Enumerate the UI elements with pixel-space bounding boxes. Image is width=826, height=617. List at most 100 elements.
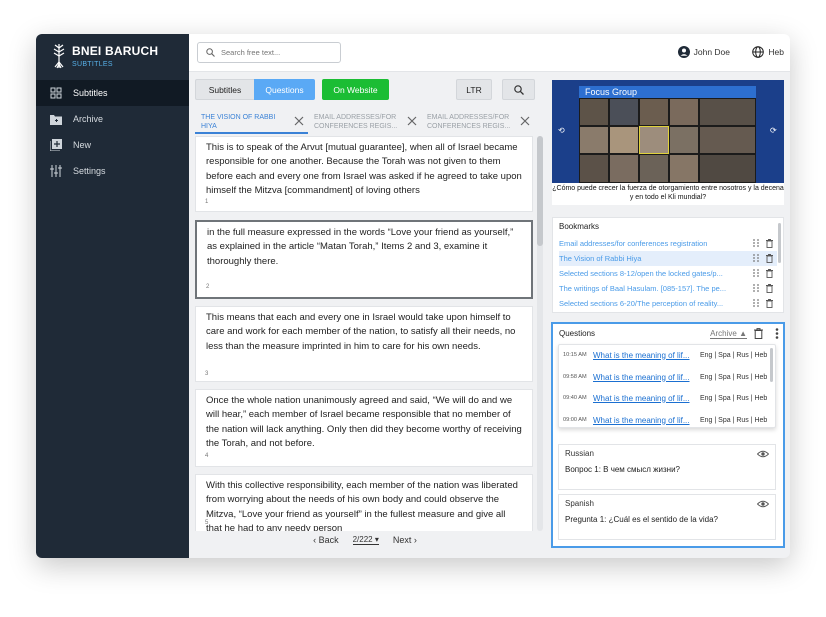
search-icon bbox=[513, 84, 524, 95]
more-vert-icon[interactable] bbox=[775, 328, 779, 339]
scrollbar-thumb[interactable] bbox=[537, 136, 543, 246]
video-title: Focus Group bbox=[579, 86, 756, 98]
text-direction-button[interactable]: LTR bbox=[456, 79, 492, 100]
user-menu[interactable]: John Doe bbox=[677, 46, 730, 58]
subtitle-card[interactable]: With this collective responsibility, eac… bbox=[195, 474, 533, 531]
participant-tile bbox=[699, 126, 756, 154]
folder-icon bbox=[50, 113, 62, 125]
subtitle-card[interactable]: Once the whole nation unanimously agreed… bbox=[195, 389, 533, 467]
question-languages: Eng | Spa | Rus | Heb bbox=[700, 351, 768, 359]
question-languages: Eng | Spa | Rus | Heb bbox=[700, 394, 768, 402]
subtitle-number: 5 bbox=[205, 520, 209, 526]
sidebar-item-new[interactable]: New bbox=[36, 132, 189, 158]
close-icon[interactable] bbox=[294, 116, 304, 126]
tab-vision-of-rabbi-hiya[interactable]: THE VISION OF RABBI HIYA bbox=[195, 110, 308, 134]
sidebar: BNEI BARUCH SUBTITLES Subtitles Archive … bbox=[36, 34, 189, 558]
drag-handle-icon[interactable] bbox=[753, 299, 759, 307]
drag-handle-icon[interactable] bbox=[753, 284, 759, 292]
trash-icon[interactable] bbox=[766, 269, 773, 278]
question-time: 09:40 AM bbox=[563, 395, 587, 401]
bookmark-item[interactable]: Selected sections 8-12/open the locked g… bbox=[559, 266, 777, 281]
bookmark-item-active[interactable]: The Vision of Rabbi Hiya bbox=[559, 251, 777, 266]
eye-icon[interactable] bbox=[757, 500, 769, 508]
sidebar-item-archive[interactable]: Archive bbox=[36, 106, 189, 132]
bookmark-item[interactable]: The writings of Baal Hasulam. [085-157].… bbox=[559, 281, 777, 296]
tab-email-addresses-2[interactable]: EMAIL ADDRESSES/FOR CONFERENCES REGIS... bbox=[421, 110, 534, 134]
brand-title: BNEI BARUCH bbox=[72, 43, 159, 58]
bookmarks-scrollbar[interactable] bbox=[778, 223, 781, 263]
question-link[interactable]: What is the meaning of lif... bbox=[593, 394, 697, 403]
participant-tile bbox=[579, 98, 609, 126]
search-box[interactable] bbox=[197, 42, 341, 63]
subtitle-card[interactable]: This means that each and every one in Is… bbox=[195, 306, 533, 382]
find-button[interactable] bbox=[502, 79, 535, 100]
question-link[interactable]: What is the meaning of lif... bbox=[593, 373, 697, 382]
sidebar-item-subtitles[interactable]: Subtitles bbox=[36, 80, 189, 106]
next-button[interactable]: Next › bbox=[393, 535, 417, 545]
close-icon[interactable] bbox=[520, 116, 530, 126]
bookmark-label: Selected sections 6-20/The perception of… bbox=[559, 299, 724, 308]
drag-handle-icon[interactable] bbox=[753, 269, 759, 277]
back-button[interactable]: ‹ Back bbox=[313, 535, 339, 545]
tab-label: EMAIL ADDRESSES/FOR CONFERENCES REGIS... bbox=[427, 114, 511, 130]
bookmark-item[interactable]: Email addresses/for conferences registra… bbox=[559, 236, 777, 251]
search-icon bbox=[206, 48, 215, 57]
sidebar-item-settings[interactable]: Settings bbox=[36, 158, 189, 184]
trash-icon[interactable] bbox=[766, 284, 773, 293]
on-website-button[interactable]: On Website bbox=[322, 79, 389, 100]
participant-tile bbox=[609, 154, 639, 183]
subtitle-card-selected[interactable]: in the full measure expressed in the wor… bbox=[195, 220, 533, 299]
trash-icon[interactable] bbox=[766, 299, 773, 308]
previous-video-icon[interactable]: ⟲ bbox=[558, 126, 568, 136]
sidebar-item-label: Settings bbox=[73, 166, 106, 176]
drag-handle-icon[interactable] bbox=[753, 239, 759, 247]
question-row[interactable]: 09:40 AM What is the meaning of lif... E… bbox=[563, 392, 767, 404]
question-row[interactable]: 09:00 AM What is the meaning of lif... E… bbox=[563, 414, 767, 426]
page-selector[interactable]: 2/222 ▾ bbox=[352, 535, 379, 545]
subtitle-text: With this collective responsibility, eac… bbox=[206, 480, 518, 531]
question-row[interactable]: 10:15 AM What is the meaning of lif... E… bbox=[563, 349, 767, 361]
translation-card-russian: Russian Вопрос 1: В чем смысл жизни? bbox=[558, 444, 776, 490]
trash-icon[interactable] bbox=[766, 254, 773, 263]
archive-toggle[interactable]: Archive ▲ bbox=[710, 329, 747, 339]
tab-email-addresses-1[interactable]: EMAIL ADDRESSES/FOR CONFERENCES REGIS... bbox=[308, 110, 421, 134]
subtitle-scrollbar[interactable] bbox=[537, 136, 543, 531]
trash-icon[interactable] bbox=[754, 328, 763, 339]
participant-tile bbox=[669, 126, 699, 154]
user-avatar-icon bbox=[677, 46, 690, 58]
language-switcher[interactable]: Heb bbox=[752, 46, 784, 58]
question-row[interactable]: 09:58 AM What is the meaning of lif... E… bbox=[563, 371, 767, 383]
questions-header: Questions bbox=[559, 329, 596, 338]
question-link[interactable]: What is the meaning of lif... bbox=[593, 351, 697, 360]
language-label: Heb bbox=[768, 47, 784, 57]
trash-icon[interactable] bbox=[766, 239, 773, 248]
question-list-scrollbar[interactable] bbox=[770, 348, 773, 382]
participant-tile bbox=[669, 154, 699, 183]
app-window: BNEI BARUCH SUBTITLES Subtitles Archive … bbox=[36, 34, 790, 558]
subtitle-number: 3 bbox=[205, 371, 209, 377]
tab-label: THE VISION OF RABBI HIYA bbox=[201, 114, 276, 130]
subtitles-toggle-button[interactable]: Subtitles bbox=[195, 79, 254, 100]
eye-icon[interactable] bbox=[757, 450, 769, 458]
search-input[interactable] bbox=[221, 48, 331, 57]
sidebar-item-label: Archive bbox=[73, 114, 104, 124]
sidebar-item-label: New bbox=[73, 140, 92, 150]
question-list: 10:15 AM What is the meaning of lif... E… bbox=[558, 344, 776, 428]
pagination: ‹ Back 2/222 ▾ Next › bbox=[195, 532, 535, 548]
subtitle-number: 1 bbox=[205, 199, 209, 205]
grid-icon bbox=[50, 87, 62, 99]
top-bar: John Doe Heb bbox=[189, 34, 790, 72]
tab-label: EMAIL ADDRESSES/FOR CONFERENCES REGIS... bbox=[314, 114, 398, 130]
translation-text: Вопрос 1: В чем смысл жизни? bbox=[565, 465, 680, 474]
drag-handle-icon[interactable] bbox=[753, 254, 759, 262]
questions-panel: Questions Archive ▲ 10:15 AM What is the… bbox=[551, 322, 785, 548]
subtitle-card[interactable]: This is to speak of the Arvut [mutual gu… bbox=[195, 136, 533, 212]
participant-grid bbox=[579, 98, 756, 183]
document-tabs: THE VISION OF RABBI HIYA EMAIL ADDRESSES… bbox=[195, 110, 535, 134]
questions-toggle-button[interactable]: Questions bbox=[254, 79, 315, 100]
next-video-icon[interactable]: ⟳ bbox=[770, 126, 780, 136]
question-link[interactable]: What is the meaning of lif... bbox=[593, 416, 697, 425]
bookmark-item[interactable]: Selected sections 6-20/The perception of… bbox=[559, 296, 777, 311]
bookmarks-header: Bookmarks bbox=[559, 222, 600, 231]
close-icon[interactable] bbox=[407, 116, 417, 126]
